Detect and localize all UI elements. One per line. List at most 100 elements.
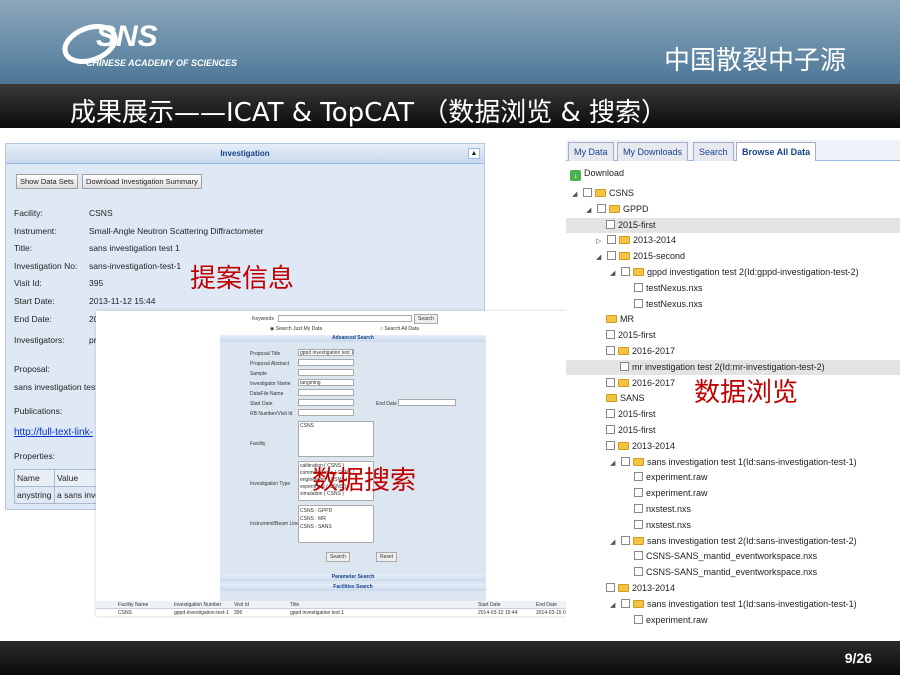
tree-item[interactable]: CSNS-SANS_mantid_eventworkspace.nxs: [634, 565, 817, 580]
table-header: Investigation Number: [174, 602, 222, 608]
tab-my-downloads[interactable]: My Downloads: [617, 142, 689, 161]
list-item[interactable]: CSNS : MR: [300, 515, 372, 523]
checkbox[interactable]: [634, 298, 643, 308]
tree-item[interactable]: 2015-first: [606, 328, 656, 343]
tree-item[interactable]: ◢ gppd investigation test 2(Id:gppd-inves…: [610, 265, 859, 280]
datafile-input[interactable]: [298, 389, 354, 396]
tree-item[interactable]: ◢ sans investigation test 2(Id:sans-inves…: [610, 534, 857, 549]
download-summary-button[interactable]: Download Investigation Summary: [82, 174, 202, 189]
radio-my-data[interactable]: ◉ Search Just My Data: [270, 326, 322, 332]
tree-item[interactable]: 2016-2017: [606, 344, 675, 359]
tree-item[interactable]: MR: [606, 312, 634, 327]
radio-all-data[interactable]: ○ Search All Data: [380, 326, 419, 332]
table-row[interactable]: CSNS gppd-investigation-test-1 395 gppd …: [96, 609, 596, 617]
checkbox[interactable]: [606, 330, 615, 340]
expand-icon[interactable]: ◢: [610, 598, 618, 613]
tree-item[interactable]: 2016-2017: [606, 376, 675, 391]
end-date-input[interactable]: [398, 399, 456, 406]
tree-item[interactable]: experiment.raw: [634, 470, 708, 485]
sns-logo: SNS CHINESE ACADEMY OF SCIENCES: [60, 18, 250, 72]
checkbox[interactable]: [606, 583, 615, 592]
tree-item[interactable]: ◢ GPPD: [586, 202, 649, 217]
checkbox[interactable]: [634, 504, 643, 513]
tree-item[interactable]: testNexus.nxs: [634, 281, 703, 296]
collapse-icon[interactable]: ▲: [468, 148, 480, 159]
rb-number-input[interactable]: [298, 409, 354, 416]
publication-link[interactable]: http://full-text-link-: [14, 427, 93, 438]
checkbox[interactable]: [606, 377, 615, 387]
tab-my-data[interactable]: My Data: [568, 142, 614, 161]
checkbox[interactable]: [621, 456, 630, 466]
tree-item[interactable]: 2015-first: [606, 423, 656, 438]
expand-icon[interactable]: ◢: [610, 535, 618, 550]
instrument-list[interactable]: CSNS : GPPD CSNS : MR CSNS : SANS: [298, 505, 374, 543]
checkbox[interactable]: [607, 251, 616, 261]
tree-item[interactable]: nxstest.nxs: [634, 518, 691, 533]
reset-button[interactable]: Reset: [376, 552, 398, 562]
tree-item[interactable]: ◢ sans investigation test 1(Id:sans-inves…: [610, 597, 857, 612]
checkbox[interactable]: [634, 488, 643, 498]
checkbox[interactable]: [620, 361, 629, 371]
tree-item[interactable]: ▷ 2013-2014: [596, 233, 676, 248]
checkbox[interactable]: [634, 551, 643, 561]
facilities-search-header[interactable]: Facilities Search: [220, 584, 486, 591]
parameter-search-header[interactable]: Parameter Search: [220, 574, 486, 581]
org-name: 中国散裂中子源: [663, 46, 846, 76]
tree-item[interactable]: 2013-2014: [606, 581, 675, 596]
tree-item[interactable]: ◢ sans investigation test 1(Id:sans-inves…: [610, 455, 857, 470]
expand-icon[interactable]: ◢: [572, 187, 580, 202]
tree-item[interactable]: 2013-2014: [606, 439, 675, 454]
investigator-input[interactable]: tangming: [298, 379, 354, 386]
expand-icon[interactable]: ◢: [586, 203, 594, 218]
sample-input[interactable]: [298, 369, 354, 376]
checkbox[interactable]: [634, 472, 643, 482]
checkbox[interactable]: [621, 598, 630, 608]
checkbox[interactable]: [634, 567, 643, 577]
expand-icon[interactable]: ◢: [610, 456, 618, 471]
advanced-search-header[interactable]: Advanced Search: [220, 335, 486, 342]
list-item[interactable]: CSNS : GPPD: [300, 507, 372, 515]
proposal-abstract-input[interactable]: [298, 359, 354, 366]
show-data-sets-button[interactable]: Show Data Sets: [16, 174, 78, 189]
checkbox[interactable]: [606, 440, 615, 450]
tab-browse-all-data[interactable]: Browse All Data: [736, 142, 817, 161]
checkbox[interactable]: [634, 519, 643, 529]
proposal-title-input[interactable]: gppd investigation test 1: [298, 349, 354, 356]
tree-item[interactable]: 2015-first: [606, 407, 656, 422]
list-item[interactable]: CSNS : SANS: [300, 523, 372, 531]
tree-item[interactable]: testNexus.nxs: [634, 297, 703, 312]
logo-subtitle: CHINESE ACADEMY OF SCIENCES: [86, 58, 238, 68]
checkbox[interactable]: [607, 235, 616, 245]
search-button[interactable]: Search: [414, 314, 438, 324]
field-label: Facility: [250, 441, 266, 447]
checkbox[interactable]: [597, 203, 606, 213]
checkbox[interactable]: [606, 346, 615, 355]
expand-icon[interactable]: ▷: [596, 234, 604, 249]
checkbox[interactable]: [606, 409, 615, 419]
tree-item[interactable]: ◢ 2015-second: [596, 249, 685, 264]
tree-item[interactable]: experiment.raw: [634, 613, 708, 628]
start-date-input[interactable]: [298, 399, 354, 406]
checkbox[interactable]: [583, 188, 592, 197]
checkbox[interactable]: [621, 535, 630, 545]
search-submit-button[interactable]: Search: [326, 552, 350, 562]
slide-footer: 9/26: [0, 641, 900, 675]
checkbox[interactable]: [606, 425, 615, 434]
tree-item[interactable]: 2015-first: [566, 217, 900, 233]
tree-item[interactable]: experiment.raw: [634, 486, 708, 501]
keywords-input[interactable]: [278, 315, 412, 322]
expand-icon[interactable]: ◢: [610, 266, 618, 281]
download-button[interactable]: ↓ Download: [570, 168, 624, 181]
folder-icon: [595, 189, 606, 197]
checkbox[interactable]: [606, 219, 615, 229]
checkbox[interactable]: [621, 267, 630, 276]
tree-item[interactable]: CSNS-SANS_mantid_eventworkspace.nxs: [634, 549, 817, 564]
facility-list[interactable]: CSNS: [298, 421, 374, 457]
checkbox[interactable]: [634, 614, 643, 624]
tab-search[interactable]: Search: [693, 142, 734, 161]
tree-item[interactable]: ◢ CSNS: [572, 186, 634, 201]
checkbox[interactable]: [634, 282, 643, 292]
expand-icon[interactable]: ◢: [596, 250, 604, 265]
tree-item[interactable]: nxstest.nxs: [634, 502, 691, 517]
tree-item[interactable]: SANS: [606, 391, 645, 406]
